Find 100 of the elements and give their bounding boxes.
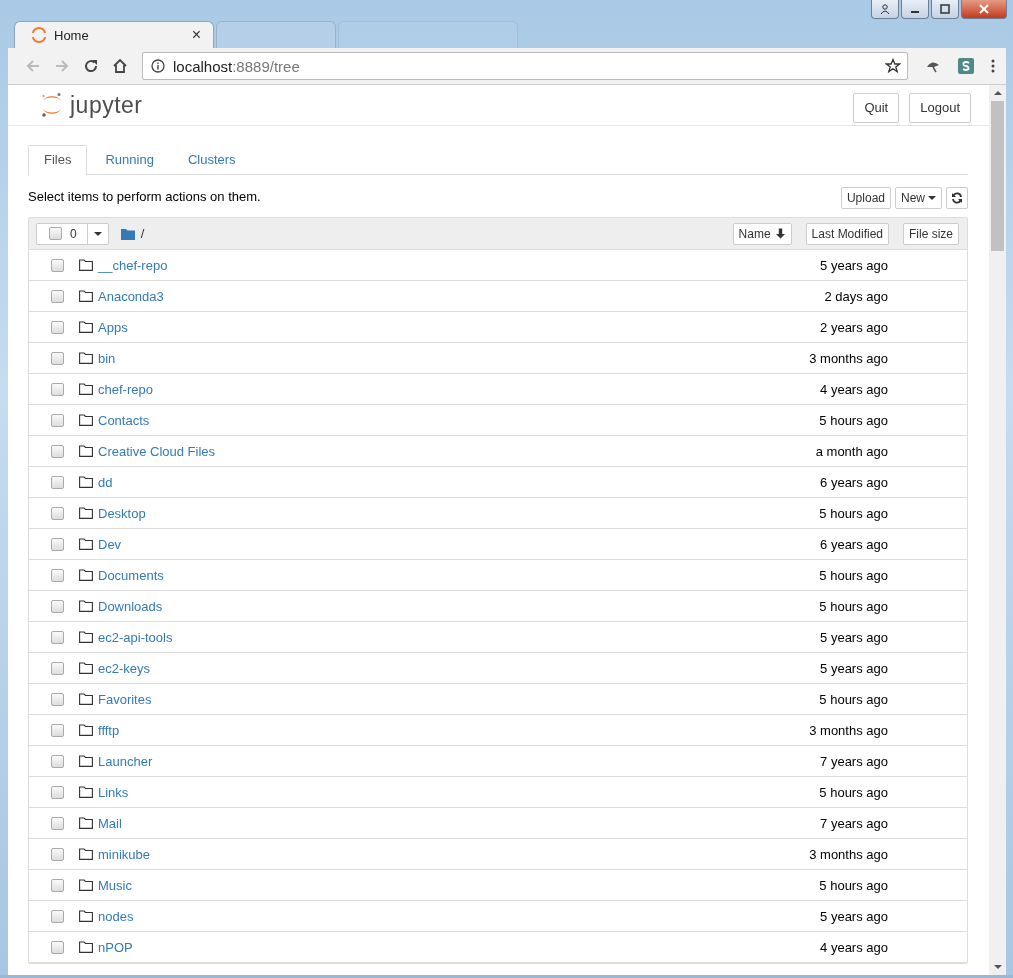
- tab[interactable]: Clusters: [171, 145, 252, 174]
- tab-close-button[interactable]: ×: [191, 26, 201, 44]
- folder-link[interactable]: nPOP: [98, 939, 133, 955]
- modified-time: 5 hours ago: [819, 412, 888, 428]
- checkbox[interactable]: [51, 909, 64, 923]
- select-all-dropdown[interactable]: 0: [36, 222, 109, 245]
- scrollbar[interactable]: [989, 85, 1006, 975]
- checkbox[interactable]: [51, 258, 64, 272]
- checkbox[interactable]: [51, 382, 64, 396]
- extension-icon[interactable]: [958, 58, 974, 74]
- sort-button[interactable]: File size: [903, 222, 959, 245]
- modified-time: 5 hours ago: [819, 691, 888, 707]
- checkbox[interactable]: [51, 289, 64, 303]
- folder-icon: [79, 662, 93, 674]
- scrollbar-thumb[interactable]: [991, 101, 1004, 251]
- folder-icon: [79, 383, 93, 395]
- modified-time: 7 years ago: [820, 815, 888, 831]
- tab[interactable]: Running: [89, 145, 170, 174]
- new-button[interactable]: New: [895, 186, 942, 209]
- maximize-icon[interactable]: [931, 0, 959, 19]
- folder-link[interactable]: __chef-repo: [98, 257, 168, 273]
- menu-icon[interactable]: [990, 58, 996, 74]
- logout-button[interactable]: Logout: [909, 92, 971, 123]
- checkbox[interactable]: [51, 754, 64, 768]
- checkbox[interactable]: [51, 568, 64, 582]
- checkbox[interactable]: [51, 940, 64, 954]
- checkbox[interactable]: [51, 816, 64, 830]
- modified-time: 3 months ago: [809, 846, 888, 862]
- star-icon[interactable]: [885, 58, 901, 74]
- folder-link[interactable]: Documents: [98, 567, 164, 583]
- breadcrumb-link[interactable]: /: [140, 226, 145, 241]
- modified-time: a month ago: [815, 443, 888, 459]
- checkbox[interactable]: [51, 413, 64, 427]
- tab-title: Home: [54, 27, 90, 43]
- modified-time: 4 years ago: [820, 381, 888, 397]
- folder-link[interactable]: dd: [98, 474, 113, 490]
- quit-button[interactable]: Quit: [853, 92, 900, 123]
- minimize-icon[interactable]: [901, 0, 929, 19]
- reload-icon[interactable]: [82, 57, 100, 75]
- modified-time: 3 months ago: [809, 722, 888, 738]
- tab[interactable]: Files: [28, 145, 88, 176]
- refresh-icon: [951, 191, 963, 204]
- checkbox[interactable]: [51, 847, 64, 861]
- folder-link[interactable]: Music: [98, 877, 132, 893]
- checkbox[interactable]: [51, 785, 64, 799]
- folder-icon: [79, 631, 93, 643]
- folder-link[interactable]: ffftp: [98, 722, 120, 738]
- folder-link[interactable]: nodes: [98, 908, 134, 924]
- checkbox[interactable]: [51, 878, 64, 892]
- modified-time: 5 years ago: [820, 660, 888, 676]
- checkbox[interactable]: [51, 661, 64, 675]
- folder-link[interactable]: Dev: [98, 536, 122, 552]
- checkbox[interactable]: [51, 351, 64, 365]
- checkbox[interactable]: [51, 320, 64, 334]
- folder-icon: [79, 538, 93, 550]
- folder-link[interactable]: Anaconda3: [98, 288, 164, 304]
- modified-time: 6 years ago: [820, 474, 888, 490]
- folder-link[interactable]: ec2-keys: [98, 660, 151, 676]
- modified-time: 5 hours ago: [819, 784, 888, 800]
- checkbox[interactable]: [51, 506, 64, 520]
- folder-link[interactable]: Creative Cloud Files: [98, 443, 216, 459]
- folder-icon: [79, 259, 93, 271]
- folder-link[interactable]: Contacts: [98, 412, 150, 428]
- browser-tab[interactable]: [338, 21, 518, 48]
- sort-button[interactable]: Last Modified: [805, 222, 889, 245]
- checkbox[interactable]: [51, 599, 64, 613]
- folder-link[interactable]: Apps: [98, 319, 128, 335]
- checkbox[interactable]: [51, 475, 64, 489]
- modified-time: 6 years ago: [820, 536, 888, 552]
- folder-link[interactable]: minikube: [98, 846, 151, 862]
- folder-link[interactable]: Downloads: [98, 598, 163, 614]
- jupyter-logo[interactable]: jupyter: [40, 91, 143, 119]
- home-icon[interactable]: [111, 57, 129, 75]
- browser-tab[interactable]: [216, 21, 336, 48]
- checkbox[interactable]: [51, 537, 64, 551]
- folder-link[interactable]: bin: [98, 350, 116, 366]
- checkbox[interactable]: [51, 723, 64, 737]
- folder-link[interactable]: Mail: [98, 815, 122, 831]
- scroll-up-icon[interactable]: [993, 91, 1002, 95]
- close-icon[interactable]: [961, 0, 1007, 19]
- checkbox[interactable]: [49, 227, 62, 240]
- folder-link[interactable]: chef-repo: [98, 381, 153, 397]
- folder-link[interactable]: Desktop: [98, 505, 146, 521]
- sort-button[interactable]: Name: [732, 222, 792, 245]
- checkbox[interactable]: [51, 692, 64, 706]
- folder-icon: [79, 352, 93, 364]
- folder-link[interactable]: Favorites: [98, 691, 152, 707]
- checkbox[interactable]: [51, 444, 64, 458]
- checkbox[interactable]: [51, 630, 64, 644]
- modified-time: 2 days ago: [824, 288, 888, 304]
- scroll-down-icon[interactable]: [993, 965, 1002, 969]
- refresh-button[interactable]: [946, 186, 968, 209]
- browser-tab[interactable]: Home ×: [14, 21, 214, 48]
- folder-link[interactable]: Launcher: [98, 753, 153, 769]
- address-bar[interactable]: localhost:8889/tree: [142, 52, 908, 80]
- user-icon[interactable]: [871, 0, 899, 19]
- upload-button[interactable]: Upload: [840, 186, 891, 209]
- folder-link[interactable]: Links: [98, 784, 129, 800]
- folder-link[interactable]: ec2-api-tools: [98, 629, 173, 645]
- folder-icon: [79, 693, 93, 705]
